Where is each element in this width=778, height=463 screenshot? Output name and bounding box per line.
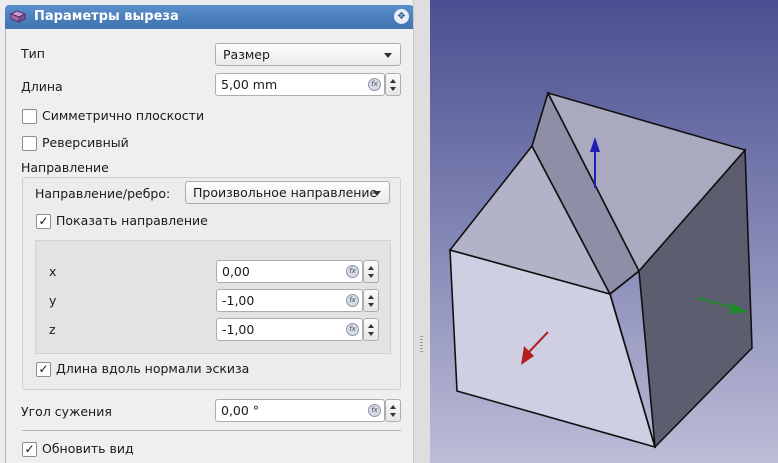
direction-edge-label: Направление/ребро: [35, 186, 171, 201]
3d-model[interactable] [430, 0, 778, 463]
length-label: Длина [21, 79, 63, 94]
show-direction-label: Показать направление [56, 213, 208, 228]
task-panel: Параметры выреза ❖ Тип Размер Длина 5,00… [0, 0, 414, 463]
type-combo[interactable]: Размер [215, 43, 401, 66]
z-label: z [49, 322, 56, 337]
along-normal-label: Длина вдоль нормали эскиза [56, 361, 250, 376]
direction-vector-group: x 0,00 fx y -1,00 fx z -1,00 fx [35, 240, 391, 354]
arrow-down-icon[interactable] [368, 332, 374, 336]
y-stepper[interactable] [363, 289, 379, 312]
expression-icon[interactable]: fx [368, 78, 381, 91]
arrow-down-icon[interactable] [368, 274, 374, 278]
arrow-up-icon[interactable] [368, 266, 374, 270]
expression-icon[interactable]: fx [346, 294, 359, 307]
direction-label: Направление [21, 160, 109, 175]
expression-icon[interactable]: fx [346, 323, 359, 336]
expression-icon[interactable]: fx [368, 404, 381, 417]
reversed-label: Реверсивный [42, 135, 129, 150]
x-value: 0,00 [222, 264, 250, 279]
taper-stepper[interactable] [385, 399, 401, 422]
z-stepper[interactable] [363, 318, 379, 341]
symmetric-checkbox-box[interactable] [22, 109, 37, 124]
chevron-down-icon [384, 53, 392, 58]
z-input[interactable]: -1,00 fx [216, 318, 363, 341]
direction-edge-combo[interactable]: Произвольное направление [185, 181, 390, 204]
collapse-icon[interactable]: ❖ [394, 9, 409, 24]
arrow-down-icon[interactable] [390, 413, 396, 417]
show-direction-checkbox-box[interactable]: ✓ [36, 214, 51, 229]
x-spinbox[interactable]: 0,00 fx [216, 260, 379, 283]
x-label: x [49, 264, 57, 279]
arrow-up-icon[interactable] [368, 295, 374, 299]
y-spinbox[interactable]: -1,00 fx [216, 289, 379, 312]
z-spinbox[interactable]: -1,00 fx [216, 318, 379, 341]
arrow-up-icon[interactable] [390, 405, 396, 409]
y-value: -1,00 [222, 293, 255, 308]
panel-titlebar[interactable]: Параметры выреза ❖ [5, 5, 414, 29]
length-stepper[interactable] [385, 73, 401, 96]
taper-label: Угол сужения [21, 404, 112, 419]
panel-content: Тип Размер Длина 5,00 mm fx Симметрично … [5, 29, 414, 463]
length-spinbox[interactable]: 5,00 mm fx [215, 73, 401, 96]
length-input[interactable]: 5,00 mm fx [215, 73, 385, 96]
taper-value: 0,00 ° [221, 403, 260, 418]
expression-icon[interactable]: fx [346, 265, 359, 278]
arrow-up-icon[interactable] [390, 79, 396, 83]
arrow-down-icon[interactable] [390, 87, 396, 91]
y-input[interactable]: -1,00 fx [216, 289, 363, 312]
x-input[interactable]: 0,00 fx [216, 260, 363, 283]
pocket-icon [10, 10, 26, 23]
taper-spinbox[interactable]: 0,00 ° fx [215, 399, 401, 422]
type-label: Тип [21, 46, 45, 61]
x-stepper[interactable] [363, 260, 379, 283]
update-view-label: Обновить вид [42, 441, 134, 456]
symmetric-label: Симметрично плоскости [42, 108, 205, 123]
update-view-checkbox-box[interactable]: ✓ [22, 442, 37, 457]
3d-viewport[interactable] [430, 0, 778, 463]
direction-group: Направление/ребро: Произвольное направле… [22, 177, 401, 390]
y-label: y [49, 293, 57, 308]
splitter-grip[interactable] [420, 336, 423, 352]
separator [22, 430, 401, 431]
direction-edge-value: Произвольное направление [193, 185, 378, 200]
reversed-checkbox-box[interactable] [22, 136, 37, 151]
chevron-down-icon [373, 191, 381, 196]
arrow-down-icon[interactable] [368, 303, 374, 307]
panel-title: Параметры выреза [34, 9, 179, 24]
taper-input[interactable]: 0,00 ° fx [215, 399, 385, 422]
arrow-up-icon[interactable] [368, 324, 374, 328]
along-normal-checkbox-box[interactable]: ✓ [36, 362, 51, 377]
length-value: 5,00 mm [221, 77, 278, 92]
splitter-handle[interactable] [413, 0, 430, 463]
z-value: -1,00 [222, 322, 255, 337]
type-combo-value: Размер [223, 47, 270, 62]
